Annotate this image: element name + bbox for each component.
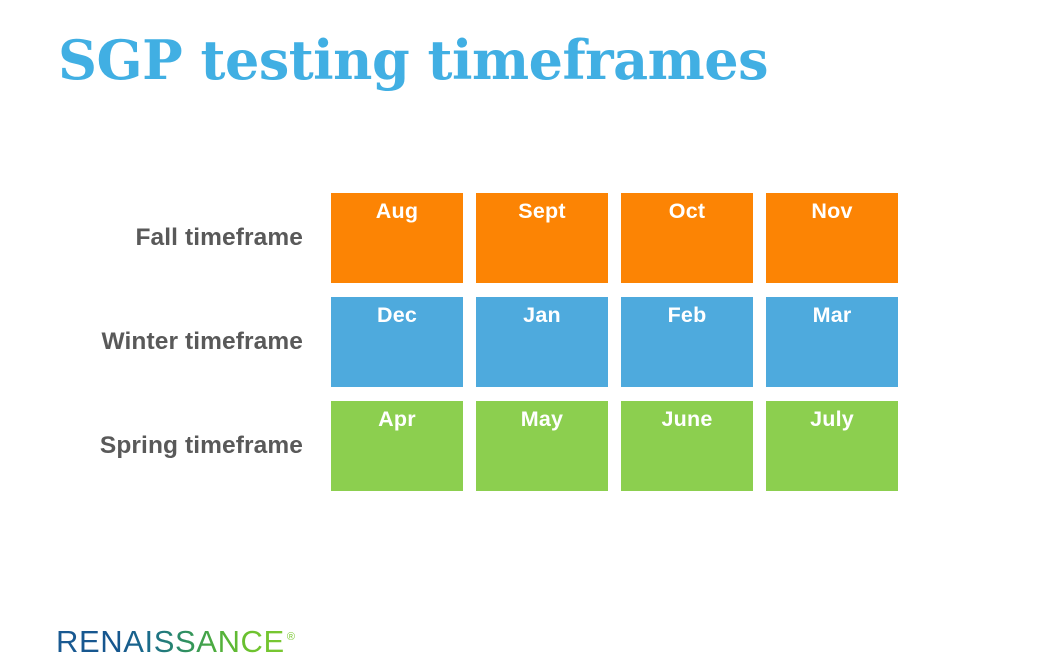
month-cell-may: May — [476, 401, 608, 491]
row-label-fall: Fall timeframe — [135, 224, 303, 251]
row-label-winter: Winter timeframe — [101, 328, 303, 355]
month-cell-nov: Nov — [766, 193, 898, 283]
month-cell-apr: Apr — [331, 401, 463, 491]
month-cell-jan: Jan — [476, 297, 608, 387]
month-cell-sept: Sept — [476, 193, 608, 283]
month-cell-aug: Aug — [331, 193, 463, 283]
table-row: Fall timeframe Aug Sept Oct Nov — [0, 193, 1060, 283]
timeframe-grid: Fall timeframe Aug Sept Oct Nov Winter t… — [0, 193, 1060, 491]
registered-trademark-icon: ® — [286, 631, 295, 643]
table-row: Winter timeframe Dec Jan Feb Mar — [0, 297, 1060, 387]
page-title: SGP testing timeframes — [58, 28, 769, 92]
row-cells-fall: Aug Sept Oct Nov — [331, 193, 898, 283]
month-cell-july: July — [766, 401, 898, 491]
renaissance-logo: RENAISSANCE ® — [56, 624, 295, 659]
month-cell-mar: Mar — [766, 297, 898, 387]
row-cells-winter: Dec Jan Feb Mar — [331, 297, 898, 387]
month-cell-feb: Feb — [621, 297, 753, 387]
month-cell-june: June — [621, 401, 753, 491]
table-row: Spring timeframe Apr May June July — [0, 401, 1060, 491]
row-label-spring: Spring timeframe — [99, 432, 303, 459]
row-cells-spring: Apr May June July — [331, 401, 898, 491]
month-cell-dec: Dec — [331, 297, 463, 387]
renaissance-wordmark: RENAISSANCE — [56, 624, 285, 659]
month-cell-oct: Oct — [621, 193, 753, 283]
